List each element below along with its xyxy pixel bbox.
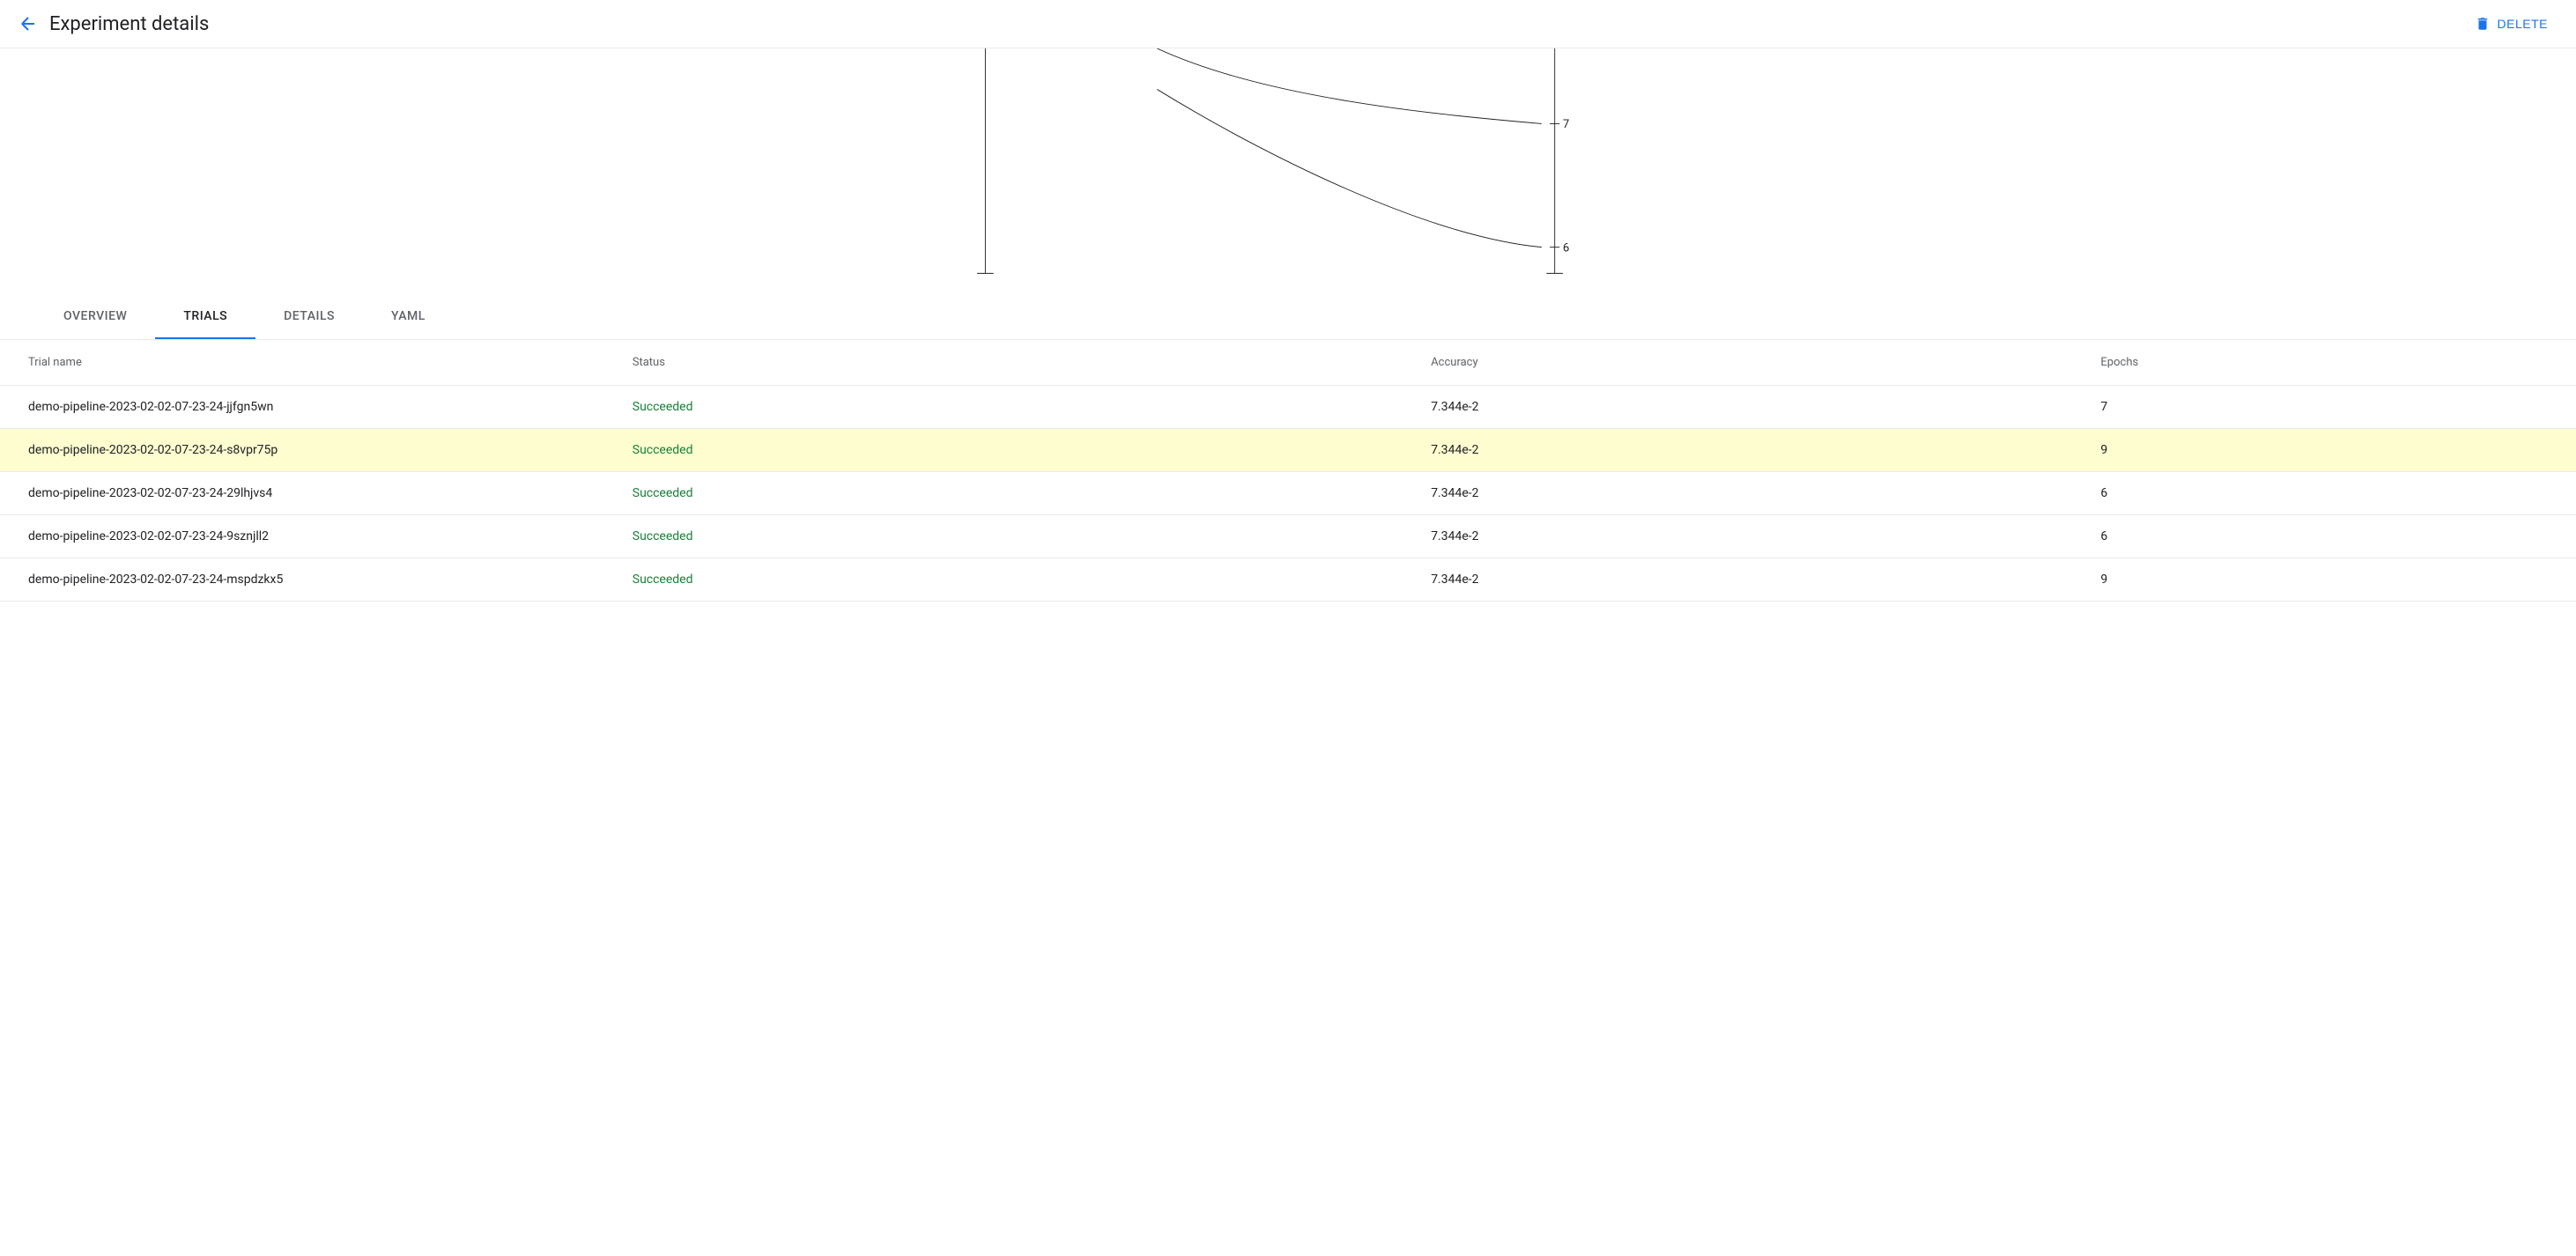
cell-status: Succeeded — [618, 386, 1417, 429]
cell-accuracy: 7.344e-2 — [1417, 386, 2086, 429]
cell-accuracy: 7.344e-2 — [1417, 558, 2086, 602]
axis-label: 6 — [1563, 241, 1569, 255]
tab-trials[interactable]: TRIALS — [155, 295, 255, 339]
cell-trial-name: demo-pipeline-2023-02-02-07-23-24-mspdzk… — [0, 558, 618, 602]
cell-status: Succeeded — [618, 558, 1417, 602]
table-row[interactable]: demo-pipeline-2023-02-02-07-23-24-29lhjv… — [0, 472, 2576, 515]
cell-status: Succeeded — [618, 515, 1417, 558]
trash-icon — [2475, 16, 2491, 32]
tab-details[interactable]: DETAILS — [255, 295, 363, 339]
cell-trial-name: demo-pipeline-2023-02-02-07-23-24-s8vpr7… — [0, 429, 618, 472]
page-title: Experiment details — [49, 13, 209, 35]
cell-epochs: 6 — [2086, 472, 2576, 515]
cell-accuracy: 7.344e-2 — [1417, 472, 2086, 515]
page-header: Experiment details DELETE — [0, 0, 2576, 48]
col-header-trial-name[interactable]: Trial name — [0, 340, 618, 386]
cell-epochs: 9 — [2086, 429, 2576, 472]
table-header-row: Trial name Status Accuracy Epochs — [0, 340, 2576, 386]
delete-button[interactable]: DELETE — [2464, 9, 2558, 39]
col-header-accuracy[interactable]: Accuracy — [1417, 340, 2086, 386]
arrow-left-icon — [18, 13, 39, 34]
col-header-status[interactable]: Status — [618, 340, 1417, 386]
header-left: Experiment details — [18, 13, 209, 35]
delete-label: DELETE — [2498, 17, 2548, 31]
chart-line — [1157, 48, 1541, 123]
axis-label: 7 — [1563, 118, 1569, 131]
cell-trial-name: demo-pipeline-2023-02-02-07-23-24-9sznjl… — [0, 515, 618, 558]
col-header-epochs[interactable]: Epochs — [2086, 340, 2576, 386]
cell-epochs: 6 — [2086, 515, 2576, 558]
table-row[interactable]: demo-pipeline-2023-02-02-07-23-24-9sznjl… — [0, 515, 2576, 558]
chart-area: 76 — [0, 48, 2576, 277]
table-row[interactable]: demo-pipeline-2023-02-02-07-23-24-s8vpr7… — [0, 429, 2576, 472]
back-arrow-button[interactable] — [18, 13, 39, 34]
cell-epochs: 9 — [2086, 558, 2576, 602]
parallel-coords-chart: 76 — [953, 48, 1623, 277]
tab-yaml[interactable]: YAML — [363, 295, 454, 339]
cell-status: Succeeded — [618, 429, 1417, 472]
tabs-bar: OVERVIEWTRIALSDETAILSYAML — [0, 295, 2576, 340]
cell-accuracy: 7.344e-2 — [1417, 515, 2086, 558]
cell-accuracy: 7.344e-2 — [1417, 429, 2086, 472]
tab-overview[interactable]: OVERVIEW — [35, 295, 155, 339]
trials-table-container: Trial name Status Accuracy Epochs demo-p… — [0, 340, 2576, 602]
trials-table: Trial name Status Accuracy Epochs demo-p… — [0, 340, 2576, 602]
cell-trial-name: demo-pipeline-2023-02-02-07-23-24-jjfgn5… — [0, 386, 618, 429]
cell-epochs: 7 — [2086, 386, 2576, 429]
chart-line — [1157, 89, 1541, 247]
cell-status: Succeeded — [618, 472, 1417, 515]
table-row[interactable]: demo-pipeline-2023-02-02-07-23-24-mspdzk… — [0, 558, 2576, 602]
table-row[interactable]: demo-pipeline-2023-02-02-07-23-24-jjfgn5… — [0, 386, 2576, 429]
cell-trial-name: demo-pipeline-2023-02-02-07-23-24-29lhjv… — [0, 472, 618, 515]
